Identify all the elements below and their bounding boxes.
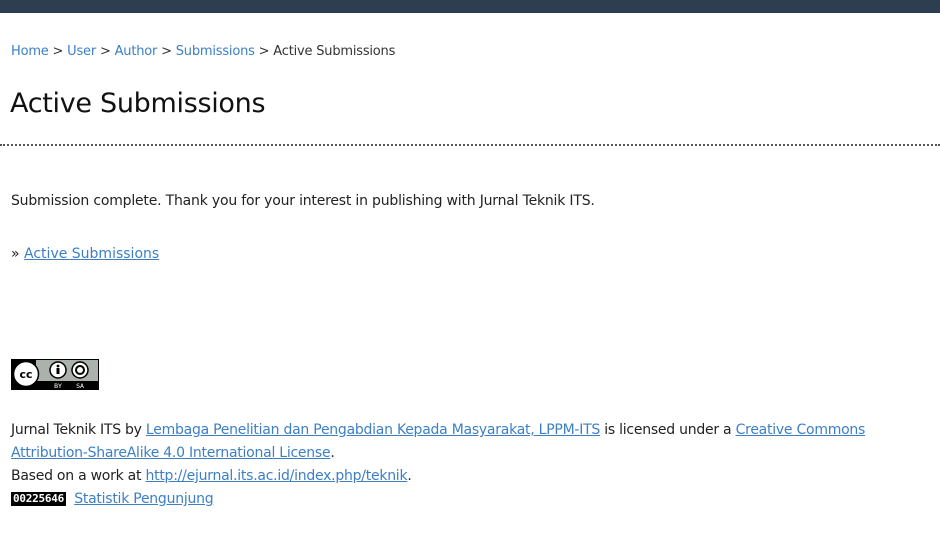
breadcrumb-user-link[interactable]: User (67, 44, 96, 59)
source-url-link[interactable]: http://ejurnal.its.ac.id/index.php/tekni… (145, 468, 407, 484)
submission-complete-message: Submission complete. Thank you for your … (11, 193, 595, 209)
header-bar (0, 0, 940, 13)
breadcrumb-separator: > (52, 44, 64, 59)
breadcrumb-separator: > (99, 44, 111, 59)
period-text: . (330, 445, 335, 461)
breadcrumb-separator: > (258, 44, 270, 59)
breadcrumb-current: Active Submissions (273, 44, 396, 59)
period-text: . (407, 468, 412, 484)
breadcrumb-home-link[interactable]: Home (11, 44, 49, 59)
svg-text:cc: cc (19, 368, 32, 381)
licensed-text: is licensed under a (604, 422, 732, 438)
breadcrumb-author-link[interactable]: Author (115, 44, 158, 59)
cc-by-text: BY (54, 382, 62, 390)
breadcrumb: Home > User > Author > Submissions > Act… (11, 44, 395, 59)
breadcrumb-submissions-link[interactable]: Submissions (176, 44, 255, 59)
by-text: by (125, 422, 142, 438)
cc-by-sa-icon[interactable]: cc BY SA (11, 359, 99, 390)
author-link[interactable]: Lembaga Penelitian dan Pengabdian Kepada… (146, 422, 600, 438)
title-divider (0, 144, 940, 146)
nav-bullet: » (11, 246, 20, 262)
visitor-counter: 00225646 (11, 492, 66, 506)
active-submissions-nav: » Active Submissions (11, 246, 159, 262)
based-on-text: Based on a work at (11, 468, 142, 484)
visitor-stats-link[interactable]: Statistik Pengunjung (74, 491, 213, 507)
cc-sa-text: SA (76, 382, 84, 390)
work-title: Jurnal Teknik ITS (11, 422, 121, 438)
page-title: Active Submissions (10, 88, 266, 119)
cc-license-graphic: cc BY SA (11, 359, 99, 390)
license-footer: Jurnal Teknik ITS by Lembaga Penelitian … (11, 419, 931, 511)
breadcrumb-separator: > (161, 44, 172, 59)
active-submissions-link[interactable]: Active Submissions (24, 246, 159, 262)
